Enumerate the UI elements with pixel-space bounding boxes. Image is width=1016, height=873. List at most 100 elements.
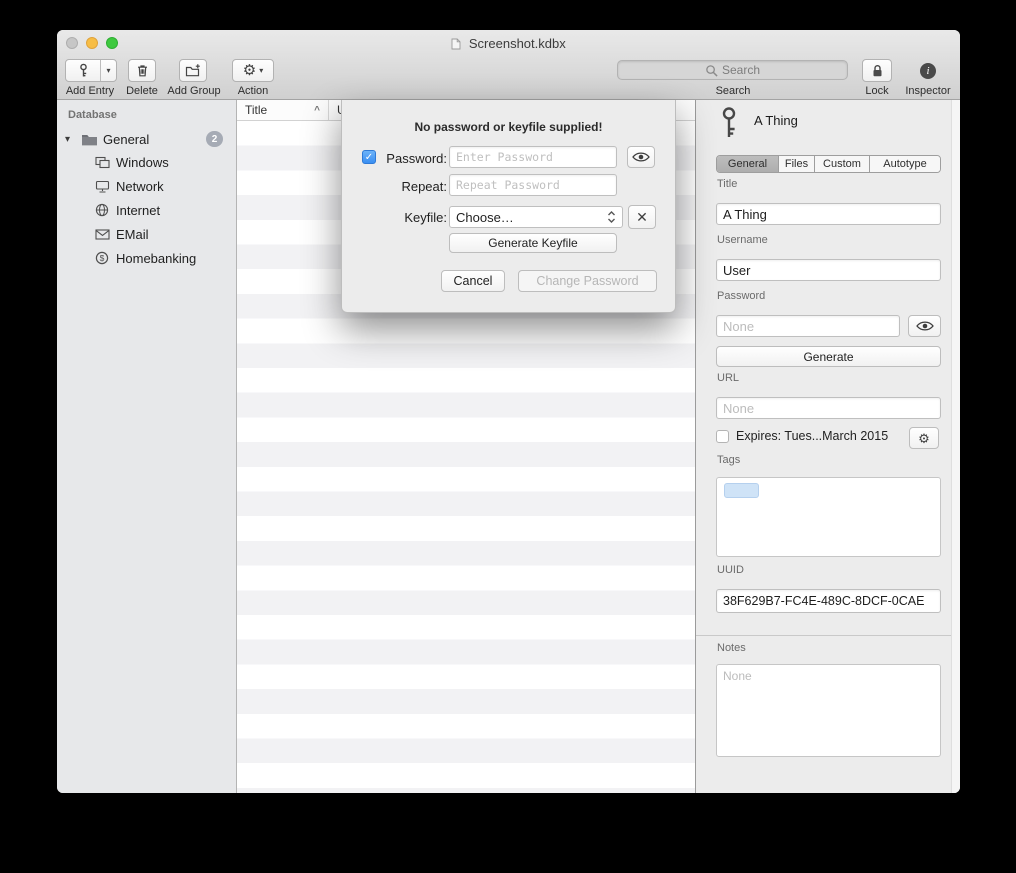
uuid-label: UUID (717, 564, 744, 576)
notes-label: Notes (717, 642, 746, 654)
entry-key-icon (718, 106, 740, 140)
sidebar-item-windows[interactable]: Windows (57, 151, 236, 173)
url-label: URL (717, 372, 739, 384)
expires-settings-button[interactable]: ⚙ (909, 427, 939, 449)
repeat-password-field[interactable] (449, 174, 617, 196)
search-label: Search (716, 85, 751, 97)
username-field[interactable] (716, 259, 941, 281)
sidebar-item-label: Homebanking (116, 251, 196, 266)
expires-label: Expires: Tues...March 2015 (736, 429, 888, 443)
app-window: Screenshot.kdbx ▾ ⚙ ▾ (57, 30, 960, 793)
show-password-button[interactable] (627, 146, 655, 168)
password-label: Password: (380, 151, 447, 166)
gear-icon: ⚙ (243, 63, 256, 78)
lock-label: Lock (865, 85, 888, 97)
folder-plus-icon (185, 63, 201, 78)
windows-icon (95, 156, 110, 169)
key-icon (76, 63, 91, 78)
inspector-button[interactable]: i (914, 60, 942, 82)
password-field[interactable] (716, 315, 900, 337)
generate-keyfile-button[interactable]: Generate Keyfile (449, 233, 617, 253)
column-header-title[interactable]: Title ^ (237, 100, 329, 120)
tab-autotype[interactable]: Autotype (870, 156, 940, 172)
chevron-down-icon: ▾ (106, 67, 110, 75)
add-entry-dropdown[interactable]: ▾ (100, 60, 116, 81)
eye-icon (632, 151, 650, 163)
entry-title: A Thing (754, 113, 798, 128)
coin-icon: $ (95, 251, 109, 265)
add-entry-label: Add Entry (66, 85, 114, 97)
url-field[interactable] (716, 397, 941, 419)
delete-label: Delete (126, 85, 158, 97)
eye-icon (916, 320, 934, 332)
title-field[interactable] (716, 203, 941, 225)
sidebar-item-internet[interactable]: Internet (57, 199, 236, 221)
sort-ascending-icon: ^ (314, 105, 320, 116)
password-label: Password (717, 290, 765, 302)
close-icon: ✕ (636, 209, 648, 226)
inspector-divider (696, 635, 951, 636)
tags-label: Tags (717, 454, 740, 466)
globe-icon (95, 203, 109, 217)
sidebar-item-email[interactable]: EMail (57, 223, 236, 245)
lock-icon (871, 63, 884, 78)
sidebar: Database ▾ General 2 Windows Network Int… (57, 100, 237, 793)
show-password-button[interactable] (908, 315, 941, 337)
inspector-tabs: General Files Custom Autotype (716, 155, 941, 173)
keyfile-value: Choose… (456, 210, 514, 225)
tab-general[interactable]: General (717, 156, 779, 172)
enter-password-field[interactable] (449, 146, 617, 168)
notes-field[interactable] (716, 664, 941, 757)
screen: Screenshot.kdbx ▾ ⚙ ▾ (0, 0, 1016, 873)
disclosure-triangle-icon[interactable]: ▾ (65, 134, 70, 145)
change-password-dialog: No password or keyfile supplied! ✓ Passw… (341, 100, 676, 313)
inspector-panel: A Thing General Files Custom Autotype Ti… (695, 100, 960, 793)
tab-custom[interactable]: Custom (815, 156, 870, 172)
repeat-label: Repeat: (380, 179, 447, 194)
clear-keyfile-button[interactable]: ✕ (628, 205, 656, 229)
sidebar-item-label: Windows (116, 155, 169, 170)
search-input[interactable]: Search (617, 60, 848, 80)
add-entry-button[interactable] (66, 60, 100, 81)
sidebar-item-general[interactable]: ▾ General 2 (57, 128, 236, 150)
envelope-icon (95, 229, 110, 240)
cancel-button[interactable]: Cancel (441, 270, 505, 292)
trash-icon (135, 63, 150, 78)
keyfile-popup[interactable]: Choose… (449, 206, 623, 228)
tag-token[interactable] (724, 483, 759, 498)
search-icon (705, 64, 718, 77)
delete-button[interactable] (128, 59, 156, 82)
tags-box[interactable] (716, 477, 941, 557)
expires-checkbox[interactable] (716, 430, 729, 443)
gear-icon: ⚙ (918, 432, 930, 445)
change-password-button[interactable]: Change Password (518, 270, 657, 292)
username-label: Username (717, 234, 768, 246)
sidebar-item-homebanking[interactable]: $ Homebanking (57, 247, 236, 269)
document-icon (451, 38, 461, 50)
lock-button[interactable] (862, 59, 892, 82)
tab-files[interactable]: Files (779, 156, 815, 172)
sidebar-item-label: Network (116, 179, 164, 194)
search-placeholder: Search (722, 63, 760, 77)
add-group-label: Add Group (167, 85, 220, 97)
dialog-message: No password or keyfile supplied! (342, 120, 675, 134)
chevron-down-icon: ▾ (259, 67, 263, 75)
action-button[interactable]: ⚙ ▾ (232, 59, 274, 82)
window-title: Screenshot.kdbx (57, 36, 960, 51)
window-title-text: Screenshot.kdbx (469, 36, 566, 51)
generate-password-button[interactable]: Generate (716, 346, 941, 367)
column-title-text: Title (245, 103, 267, 117)
add-group-button[interactable] (179, 59, 207, 82)
add-entry-button-group: ▾ (65, 59, 117, 82)
sidebar-item-label: EMail (116, 227, 149, 242)
check-icon: ✓ (365, 152, 373, 163)
keyfile-label: Keyfile: (380, 210, 447, 225)
password-enable-checkbox[interactable]: ✓ (362, 150, 376, 164)
inspector-scrollbar[interactable] (951, 100, 960, 793)
sidebar-item-label: General (103, 132, 149, 147)
count-badge: 2 (206, 131, 223, 147)
inspector-label: Inspector (905, 85, 950, 97)
uuid-field[interactable] (716, 589, 941, 613)
sidebar-item-label: Internet (116, 203, 160, 218)
sidebar-item-network[interactable]: Network (57, 175, 236, 197)
